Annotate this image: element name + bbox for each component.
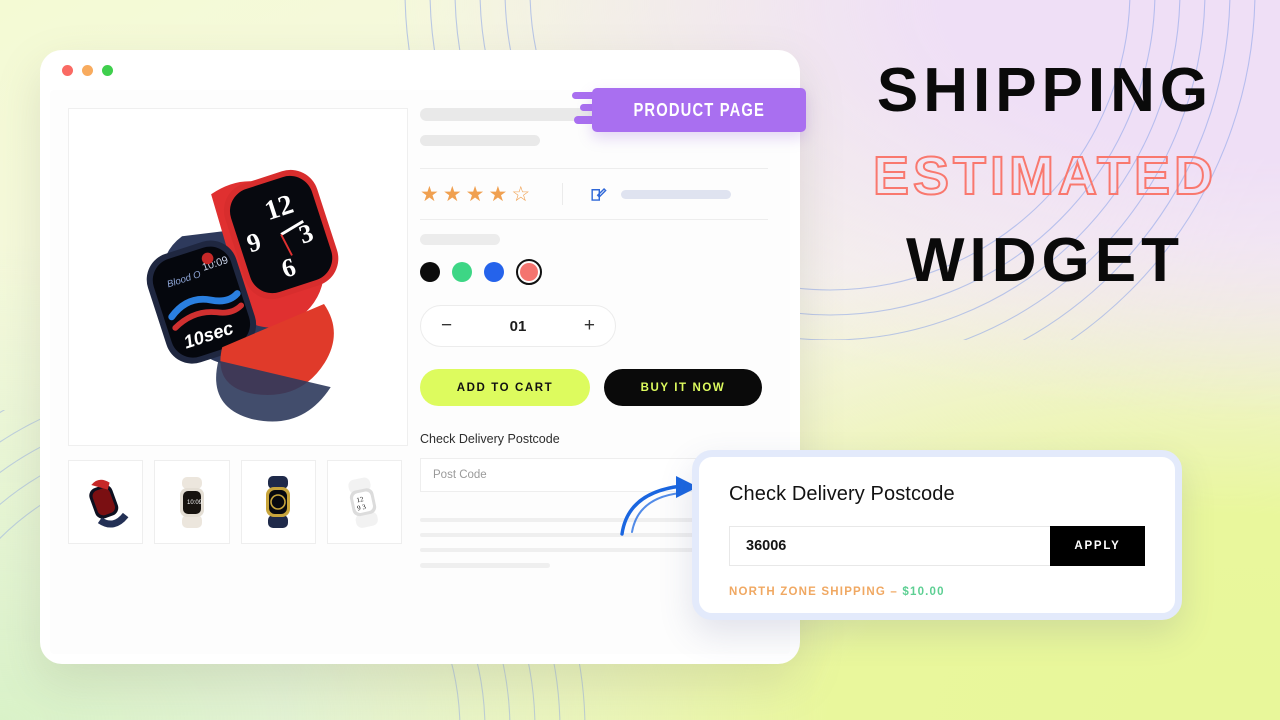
rating-row: ★ ★ ★ ★ ☆ <box>420 169 768 219</box>
star-filled-icon: ★ <box>442 182 462 206</box>
star-filled-icon: ★ <box>420 182 439 206</box>
maximize-dot-icon[interactable] <box>102 64 113 76</box>
product-subtitle-placeholder <box>420 135 540 146</box>
thumbnail-item[interactable] <box>68 460 144 544</box>
shipping-price: $10.00 <box>902 586 945 598</box>
divider <box>420 219 768 220</box>
browser-titlebar <box>40 50 800 90</box>
headline-block: SHIPPING ESTIMATED WIDGET <box>820 56 1270 295</box>
product-page-badge: PRODUCT PAGE <box>572 88 812 132</box>
star-filled-icon: ★ <box>488 182 508 206</box>
headline-line-3: WIDGET <box>906 225 1184 295</box>
postcode-input[interactable]: 36006 <box>729 526 1050 566</box>
quantity-value: 01 <box>509 317 527 335</box>
star-rating[interactable]: ★ ★ ★ ★ ☆ <box>420 184 530 205</box>
swatch-blue[interactable] <box>484 262 504 282</box>
close-dot-icon[interactable] <box>62 64 73 76</box>
review-count-placeholder <box>621 189 732 199</box>
cta-buttons: ADD TO CART BUY IT NOW <box>420 369 768 406</box>
product-gallery: Blood O 10:09 10sec 12 9 3 6 10:09 12 9 … <box>50 90 412 654</box>
badge-label: PRODUCT PAGE <box>633 99 765 120</box>
quantity-stepper[interactable]: − 01 + <box>420 305 616 347</box>
quantity-decrement-button[interactable]: − <box>441 315 452 337</box>
svg-text:10:09: 10:09 <box>187 500 203 506</box>
popup-title: Check Delivery Postcode <box>729 483 955 505</box>
browser-window: Blood O 10:09 10sec 12 9 3 6 10:09 12 9 … <box>40 50 800 664</box>
headline-line-2: ESTIMATED <box>872 145 1217 207</box>
shipping-zone-label: NORTH ZONE SHIPPING – <box>729 586 903 598</box>
shipping-status: NORTH ZONE SHIPPING – $10.00 <box>729 586 1145 598</box>
inline-postcode-label: Check Delivery Postcode <box>420 432 560 446</box>
buy-it-now-button[interactable]: BUY IT NOW <box>604 369 762 406</box>
page-viewport: Blood O 10:09 10sec 12 9 3 6 10:09 12 9 … <box>50 90 790 654</box>
color-swatches <box>420 259 768 285</box>
color-label-placeholder <box>420 234 500 245</box>
vertical-divider <box>562 183 564 205</box>
popup-input-row: 36006 APPLY <box>729 526 1145 566</box>
apply-button[interactable]: APPLY <box>1050 526 1145 566</box>
thumbnail-strip: 10:09 12 9 3 <box>68 460 402 544</box>
skeleton-line <box>420 563 550 568</box>
edit-pencil-icon[interactable] <box>589 185 608 204</box>
add-to-cart-button[interactable]: ADD TO CART <box>420 369 590 406</box>
star-empty-icon: ☆ <box>511 182 531 206</box>
thumbnail-item[interactable]: 12 9 3 <box>326 460 402 544</box>
headline-line-1: SHIPPING <box>876 56 1214 125</box>
quantity-increment-button[interactable]: + <box>584 315 595 337</box>
star-filled-icon: ★ <box>465 182 485 206</box>
swatch-coral-selected[interactable] <box>516 259 542 285</box>
apple-watch-illustration: Blood O 10:09 10sec 12 9 3 6 <box>146 169 339 422</box>
shipping-estimate-popup: Check Delivery Postcode 36006 APPLY NORT… <box>692 450 1182 620</box>
swatch-green[interactable] <box>452 262 472 282</box>
minimize-dot-icon[interactable] <box>82 64 93 76</box>
swatch-black[interactable] <box>420 262 440 282</box>
thumbnail-item[interactable] <box>240 460 316 544</box>
badge-body: PRODUCT PAGE <box>592 88 806 132</box>
thumbnail-item[interactable]: 10:09 <box>154 460 230 544</box>
product-hero-image[interactable]: Blood O 10:09 10sec 12 9 3 6 <box>68 108 408 446</box>
